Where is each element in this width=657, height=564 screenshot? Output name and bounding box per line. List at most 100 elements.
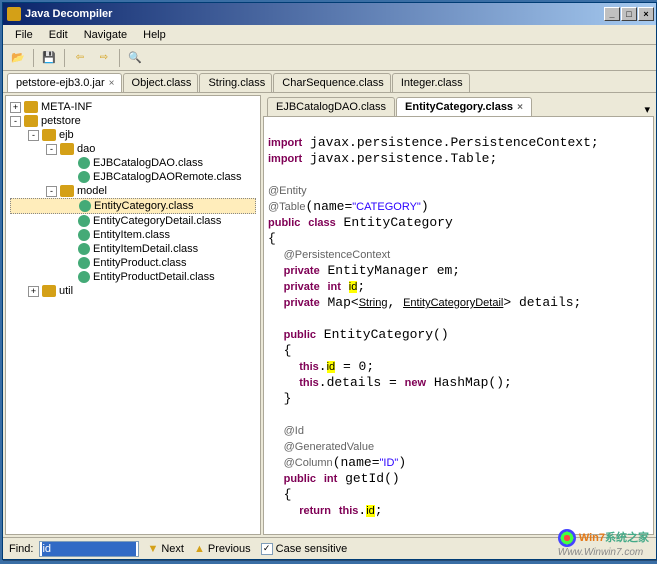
menubar: FileEditNavigateHelp [3, 25, 656, 45]
menu-edit[interactable]: Edit [41, 27, 76, 43]
file-tab[interactable]: String.class [199, 73, 272, 92]
expand-icon[interactable]: + [28, 286, 39, 297]
main-area: +META-INF-petstore-ejb-daoEJBCatalogDAO.… [3, 93, 656, 537]
code-panel: EJBCatalogDAO.class EntityCategory.class ×… [263, 95, 654, 535]
class-file-icon [78, 157, 90, 169]
tree-node[interactable]: EntityItemDetail.class [10, 242, 256, 256]
tree-leaf-spacer [64, 258, 75, 269]
tree-node[interactable]: - ejb [10, 128, 256, 142]
file-tab-label: Object.class [132, 77, 192, 89]
tree-node-label: ejb [59, 129, 74, 141]
window-title: Java Decompiler [25, 8, 604, 20]
package-icon [24, 115, 38, 127]
save-icon: 💾 [42, 51, 56, 64]
class-file-icon [78, 271, 90, 283]
class-tab[interactable]: EntityCategory.class × [396, 97, 532, 116]
tree-node[interactable]: EntityCategory.class [10, 198, 256, 214]
find-input-wrapper [39, 541, 139, 557]
expand-icon[interactable]: + [10, 102, 21, 113]
find-bar: Find: ▼ Next ▲ Previous ✓ Case sensitive [3, 537, 656, 559]
package-icon [42, 129, 56, 141]
tab-menu-button[interactable]: ▾ [640, 103, 654, 116]
tree-node[interactable]: + util [10, 284, 256, 298]
file-tabs: petstore-ejb3.0.jar× Object.class String.c… [3, 71, 656, 93]
tree-node[interactable]: -petstore [10, 114, 256, 128]
arrow-left-icon: ⇦ [76, 52, 84, 63]
tree-node-label: EntityCategory.class [94, 200, 193, 212]
back-button[interactable]: ⇦ [69, 47, 91, 69]
toolbar: 📂 💾 ⇦ ⇨ 🔍 [3, 45, 656, 71]
search-icon: 🔍 [128, 51, 142, 64]
case-sensitive-checkbox[interactable]: ✓ Case sensitive [259, 543, 350, 555]
tree-node[interactable]: EJBCatalogDAORemote.class [10, 170, 256, 184]
forward-button[interactable]: ⇨ [93, 47, 115, 69]
menu-help[interactable]: Help [135, 27, 174, 43]
tree-node-label: EntityProduct.class [93, 257, 187, 269]
minimize-button[interactable]: _ [604, 7, 620, 21]
class-tab-label: EJBCatalogDAO.class [276, 101, 386, 113]
titlebar[interactable]: Java Decompiler _ □ × [3, 3, 656, 25]
checkbox-icon: ✓ [261, 543, 273, 555]
class-file-icon [79, 200, 91, 212]
tree-panel[interactable]: +META-INF-petstore-ejb-daoEJBCatalogDAO.… [5, 95, 261, 535]
class-file-icon [78, 257, 90, 269]
collapse-icon[interactable]: - [46, 144, 57, 155]
find-next-button[interactable]: ▼ Next [145, 543, 186, 555]
toolbar-separator [119, 49, 120, 67]
tree-node-label: dao [77, 143, 95, 155]
tree-node[interactable]: +META-INF [10, 100, 256, 114]
tree-node[interactable]: EntityProduct.class [10, 256, 256, 270]
file-tab[interactable]: Integer.class [392, 73, 470, 92]
class-file-icon [78, 243, 90, 255]
tree-node[interactable]: -model [10, 184, 256, 198]
class-tab[interactable]: EJBCatalogDAO.class [267, 97, 395, 116]
toolbar-separator [64, 49, 65, 67]
class-tab-label: EntityCategory.class [405, 101, 513, 113]
maximize-button[interactable]: □ [621, 7, 637, 21]
collapse-icon[interactable]: - [10, 116, 21, 127]
tree-node[interactable]: EntityProductDetail.class [10, 270, 256, 284]
find-prev-button[interactable]: ▲ Previous [192, 543, 253, 555]
tree-node-label: util [59, 285, 73, 297]
search-button[interactable]: 🔍 [124, 47, 146, 69]
save-button[interactable]: 💾 [38, 47, 60, 69]
collapse-icon[interactable]: - [46, 186, 57, 197]
find-input[interactable] [42, 542, 136, 556]
tree-leaf-spacer [64, 158, 75, 169]
tree-leaf-spacer [64, 230, 75, 241]
file-tab-label: String.class [208, 77, 265, 89]
close-icon[interactable]: × [517, 102, 523, 113]
tree-node[interactable]: EJBCatalogDAO.class [10, 156, 256, 170]
file-tab[interactable]: CharSequence.class [273, 73, 391, 92]
tree-node-label: EntityItemDetail.class [93, 243, 198, 255]
menu-file[interactable]: File [7, 27, 41, 43]
file-tab[interactable]: Object.class [123, 73, 199, 92]
menu-navigate[interactable]: Navigate [76, 27, 135, 43]
toolbar-separator [33, 49, 34, 67]
app-window: Java Decompiler _ □ × FileEditNavigateHe… [2, 2, 657, 560]
tree-leaf-spacer [65, 201, 76, 212]
collapse-icon[interactable]: - [28, 130, 39, 141]
tree-node-label: EntityCategoryDetail.class [93, 215, 221, 227]
folder-icon: 📂 [11, 51, 25, 64]
tree-node[interactable]: EntityItem.class [10, 228, 256, 242]
tree-node[interactable]: - dao [10, 142, 256, 156]
tree-node[interactable]: EntityCategoryDetail.class [10, 214, 256, 228]
app-icon [7, 7, 21, 21]
close-button[interactable]: × [638, 7, 654, 21]
package-icon [60, 185, 74, 197]
arrow-up-icon: ▲ [194, 543, 205, 555]
tree-node-label: EJBCatalogDAORemote.class [93, 171, 242, 183]
tree-node-label: EJBCatalogDAO.class [93, 157, 203, 169]
arrow-right-icon: ⇨ [100, 52, 108, 63]
tree-node-label: EntityProductDetail.class [93, 271, 215, 283]
tree-leaf-spacer [64, 216, 75, 227]
open-button[interactable]: 📂 [7, 47, 29, 69]
class-file-icon [78, 229, 90, 241]
tree-node-label: EntityItem.class [93, 229, 170, 241]
find-label: Find: [9, 543, 33, 555]
tree-leaf-spacer [64, 272, 75, 283]
code-area[interactable]: import javax.persistence.PersistenceCont… [263, 117, 654, 535]
file-tab[interactable]: petstore-ejb3.0.jar× [7, 73, 122, 92]
close-icon[interactable]: × [109, 78, 115, 89]
